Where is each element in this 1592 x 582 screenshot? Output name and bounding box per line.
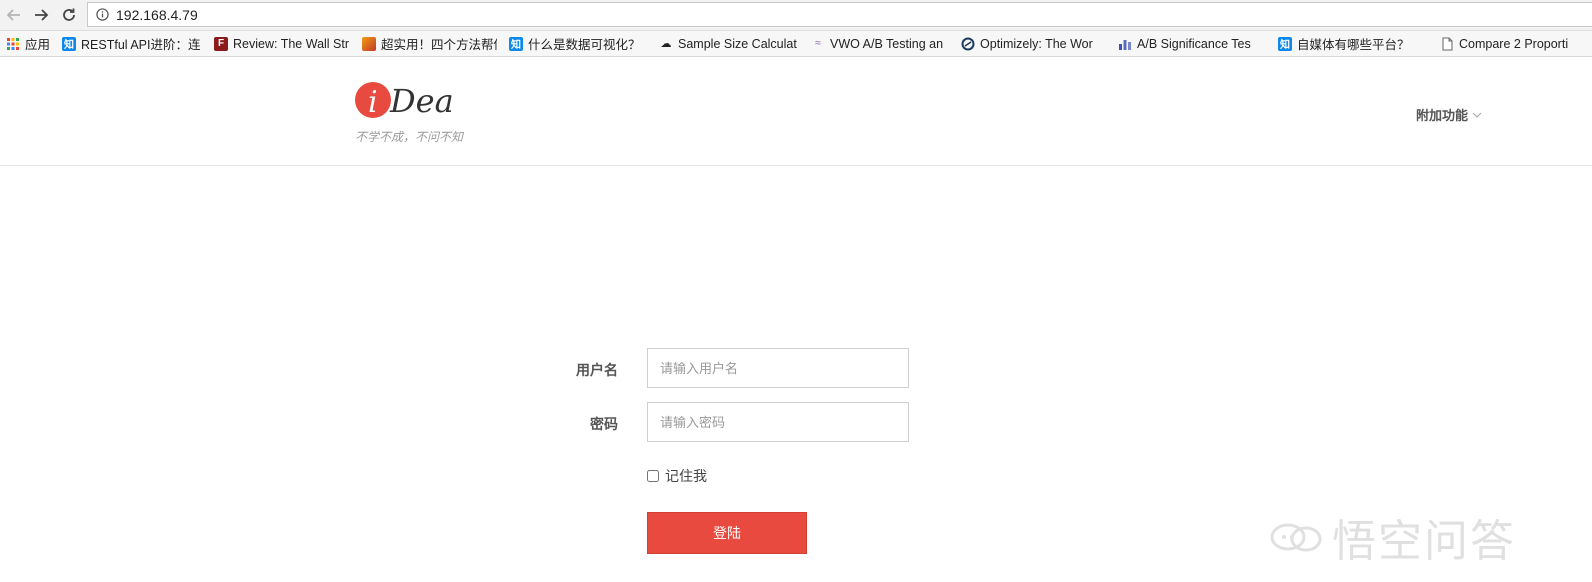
- bookmark-label: VWO A/B Testing an: [830, 36, 944, 51]
- bookmark-label: A/B Significance Tes: [1137, 36, 1251, 51]
- bookmark-restful[interactable]: 知 RESTful API进阶：连: [56, 31, 208, 56]
- bookmark-label: 应用: [25, 38, 51, 52]
- forward-button[interactable]: [30, 4, 52, 26]
- zhihu-icon: 知: [509, 36, 524, 51]
- site-header: i Dea 不学不成，不问不知 附加功能: [0, 57, 1592, 166]
- bookmark-zimeiti[interactable]: 知 自媒体有哪些平台？: [1272, 31, 1434, 56]
- wukong-watermark: 悟空问答: [1270, 505, 1516, 569]
- browser-toolbar: 192.168.4.79: [0, 0, 1592, 31]
- address-url[interactable]: 192.168.4.79: [116, 7, 198, 23]
- bookmark-label: Sample Size Calculat: [678, 36, 797, 51]
- bookmark-label: 什么是数据可视化？: [528, 38, 641, 52]
- back-button[interactable]: [3, 4, 25, 26]
- chevron-down-icon: [1472, 112, 1482, 118]
- logo-mark: i Dea: [355, 82, 454, 120]
- vwo-icon: ≈: [815, 38, 821, 49]
- bookmark-compare-proportions[interactable]: Compare 2 Proporti: [1434, 31, 1590, 56]
- bookmark-label: 自媒体有哪些平台？: [1297, 38, 1410, 52]
- login-button[interactable]: 登陆: [647, 512, 807, 554]
- remember-me-checkbox[interactable]: [647, 470, 659, 482]
- bookmark-label: Review: The Wall Str: [233, 36, 350, 51]
- extra-features-menu[interactable]: 附加功能: [1416, 105, 1482, 124]
- bookmark-review[interactable]: F Review: The Wall Str: [208, 31, 356, 56]
- logo-word: Dea: [389, 82, 454, 119]
- apps-grid-icon: [7, 37, 19, 50]
- bookmark-optimizely[interactable]: Optimizely: The Wor: [955, 31, 1112, 56]
- bookmarks-bar: 应用 知 RESTful API进阶：连 F Review: The Wall …: [0, 31, 1592, 57]
- bookmark-label: Compare 2 Proporti: [1459, 36, 1569, 51]
- chart-icon: [1119, 39, 1132, 50]
- watermark-text: 悟空问答: [1332, 516, 1516, 567]
- username-label: 用户名: [576, 362, 618, 378]
- zhihu-icon: 知: [1278, 36, 1293, 51]
- address-bar[interactable]: 192.168.4.79: [87, 2, 1592, 27]
- site-logo[interactable]: i Dea: [354, 79, 494, 120]
- remember-me[interactable]: 记住我: [647, 466, 707, 486]
- arrow-left-icon: [6, 9, 20, 21]
- remember-me-label: 记住我: [665, 468, 707, 484]
- bookmark-vwo[interactable]: ≈ VWO A/B Testing an: [805, 31, 955, 56]
- bookmark-label: RESTful API进阶：连: [81, 38, 201, 52]
- bookmark-apps[interactable]: 应用: [0, 31, 56, 56]
- page-icon: [1442, 37, 1453, 50]
- logo-letter-i: i: [368, 85, 378, 119]
- bookmark-data-vis[interactable]: 知 什么是数据可视化？: [503, 31, 653, 56]
- password-input[interactable]: [647, 402, 909, 442]
- bookmark-label: 超实用！四个方法帮你: [381, 38, 498, 52]
- f-logo-icon: F: [214, 36, 229, 51]
- password-label: 密码: [590, 416, 618, 432]
- bookmark-chaoshiyong[interactable]: 超实用！四个方法帮你: [356, 31, 503, 56]
- reload-button[interactable]: [58, 4, 80, 26]
- site-tagline: 不学不成，不问不知: [355, 130, 464, 144]
- username-input[interactable]: [647, 348, 909, 388]
- zhihu-icon: 知: [62, 36, 77, 51]
- bookmark-label: Optimizely: The Wor: [980, 36, 1093, 51]
- image-icon: [362, 36, 377, 51]
- extra-features-label: 附加功能: [1416, 108, 1469, 123]
- optimizely-icon: [961, 37, 975, 50]
- chat-bubbles-icon: [1270, 523, 1322, 552]
- info-icon[interactable]: [96, 8, 109, 21]
- arrow-right-icon: [35, 9, 49, 21]
- bookmark-ab-significance[interactable]: A/B Significance Tes: [1112, 31, 1272, 56]
- cloud-icon: ☁: [660, 38, 672, 50]
- bookmark-sample-size[interactable]: ☁ Sample Size Calculat: [653, 31, 805, 56]
- reload-icon: [63, 8, 75, 21]
